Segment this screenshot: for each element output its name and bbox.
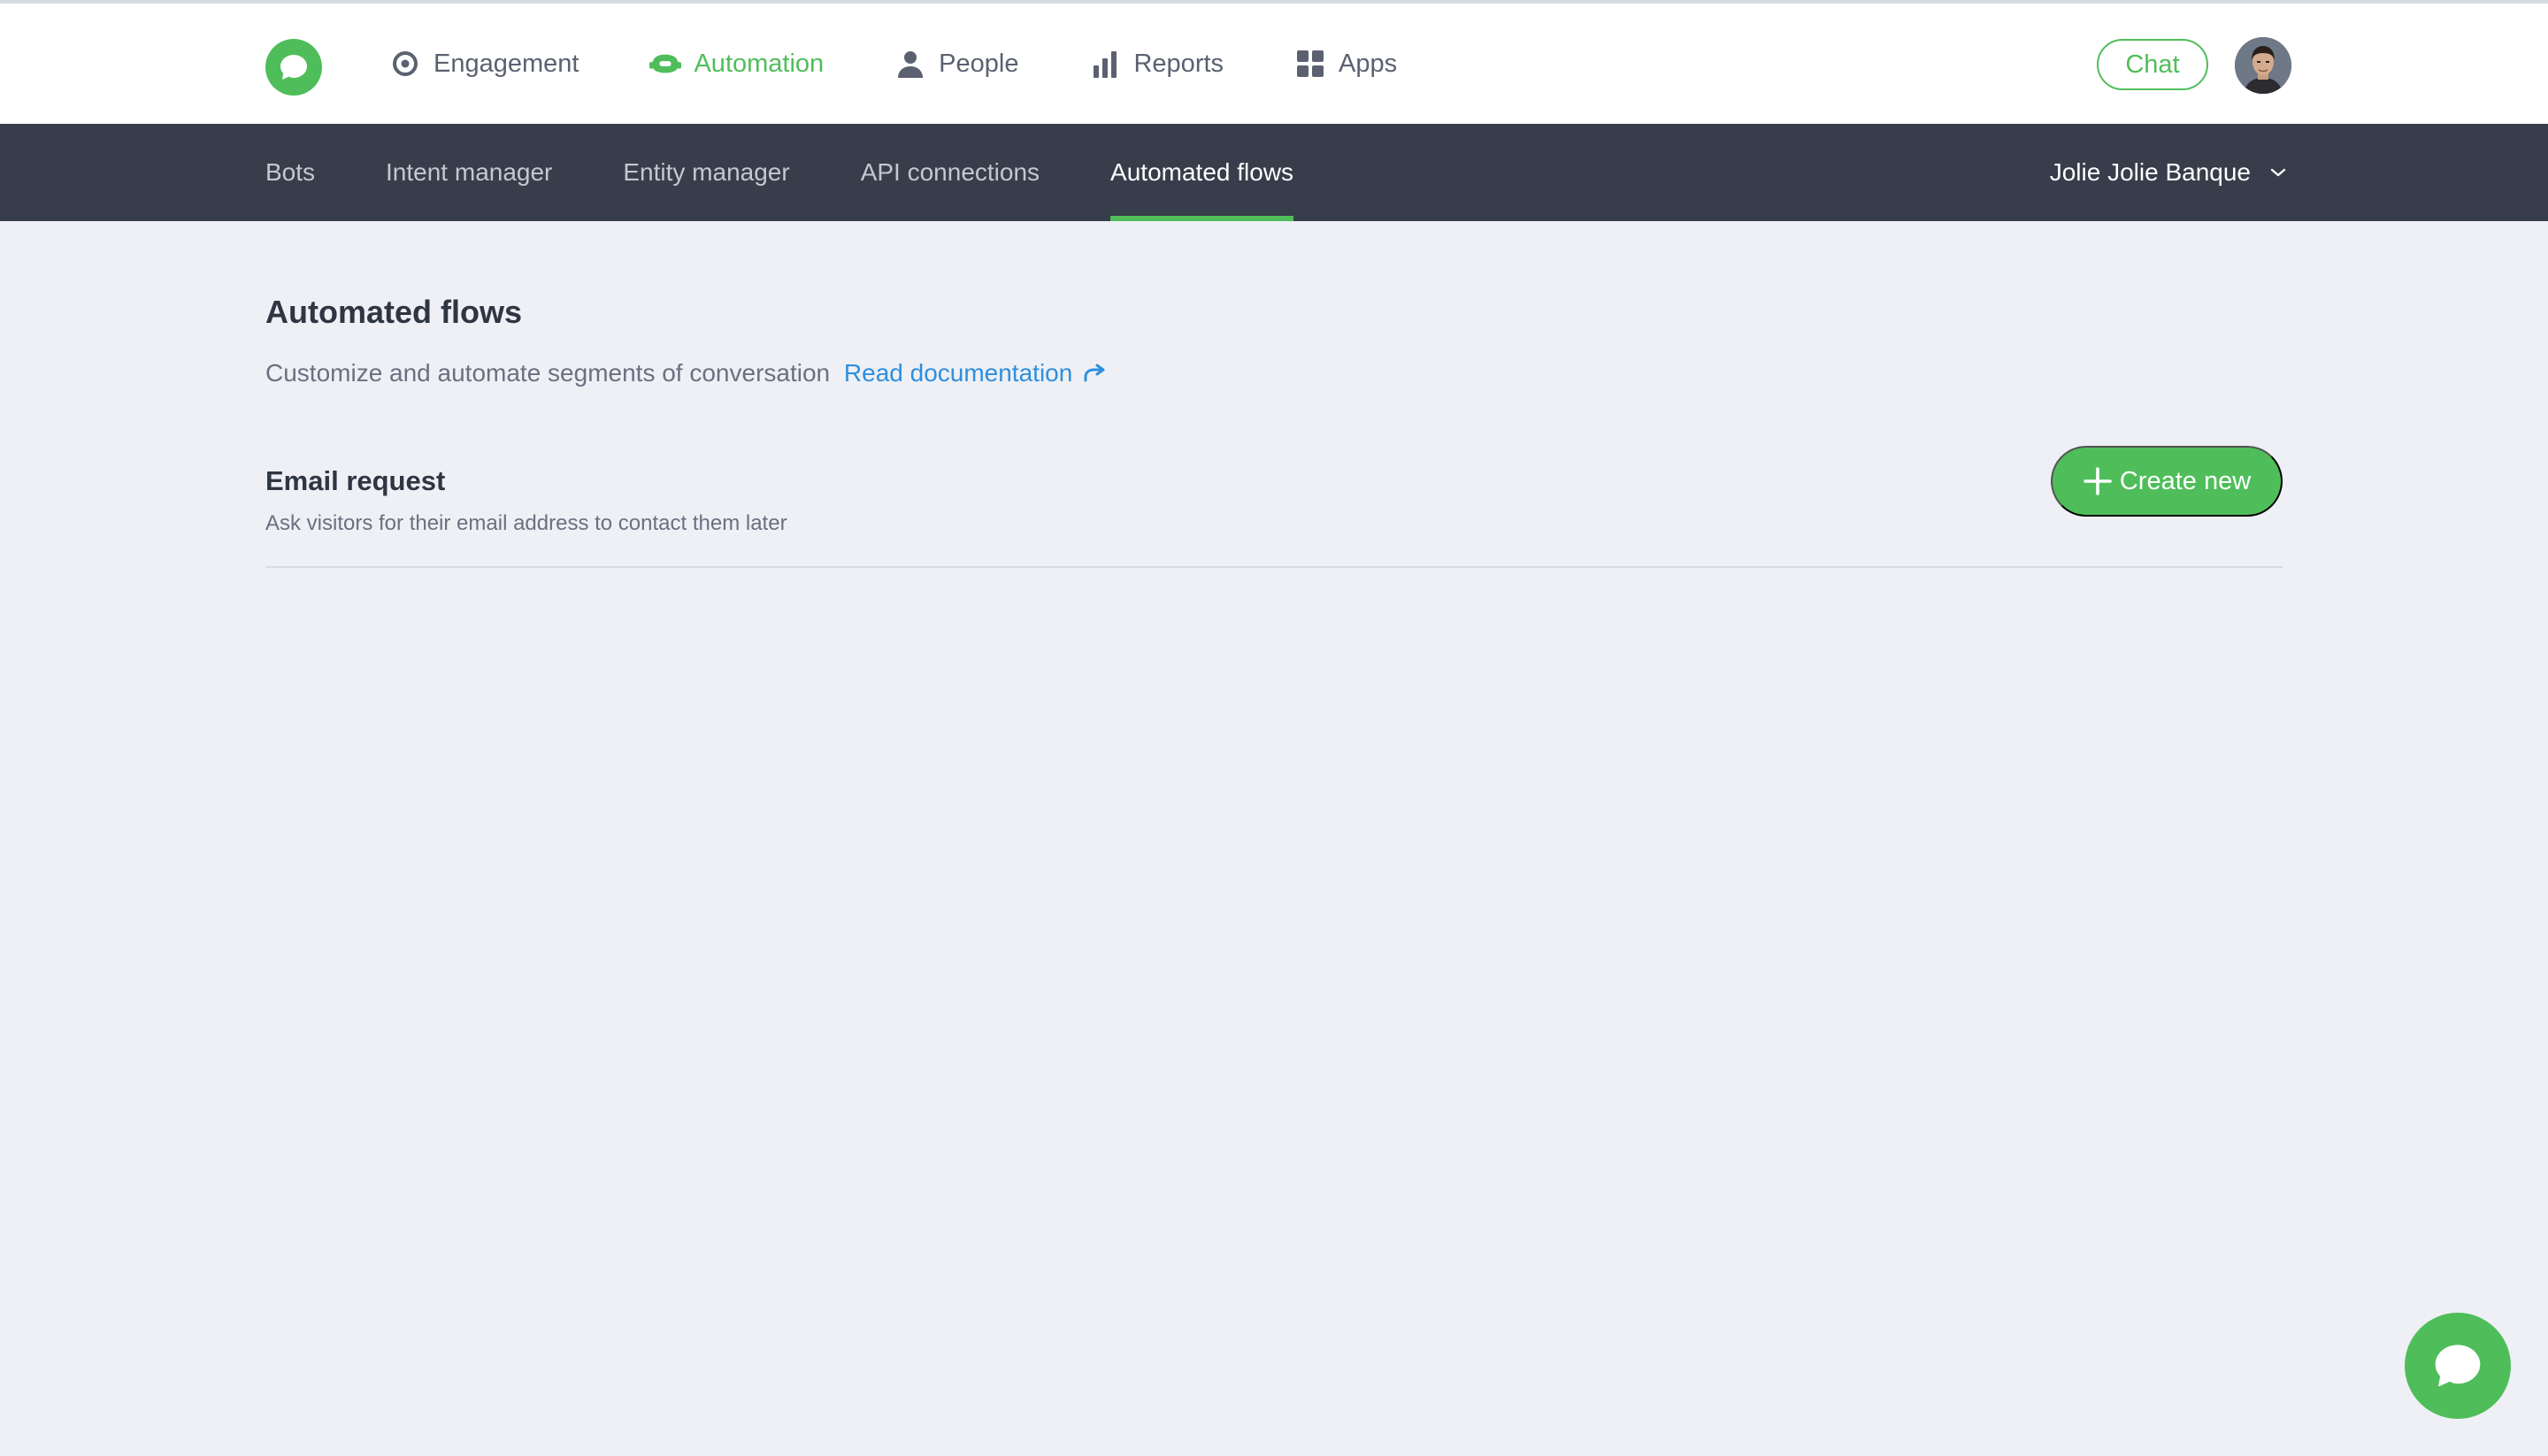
chat-button[interactable]: Chat [2097, 39, 2208, 90]
person-icon [894, 48, 926, 80]
tab-intent-manager[interactable]: Intent manager [386, 124, 552, 221]
flow-row-email-request: Email request Ask visitors for their ema… [265, 442, 2283, 568]
robot-icon [649, 48, 682, 80]
create-new-button[interactable]: Create new [2051, 446, 2283, 517]
subnav-tabs: Bots Intent manager Entity manager API c… [265, 124, 1364, 221]
read-documentation-label: Read documentation [843, 359, 1073, 387]
nav-item-label: Engagement [434, 49, 579, 78]
secondary-nav-bar: Bots Intent manager Entity manager API c… [0, 124, 2548, 221]
read-documentation-link[interactable]: Read documentation [844, 359, 1106, 387]
main-nav: Engagement Automation People Reports App… [389, 4, 1468, 124]
chevron-down-icon [2270, 167, 2286, 178]
nav-item-automation[interactable]: Automation [649, 48, 824, 80]
bar-chart-icon [1089, 48, 1121, 80]
app-logo[interactable] [265, 39, 322, 96]
account-switcher[interactable]: Jolie Jolie Banque [2050, 124, 2286, 221]
create-new-label: Create new [2119, 466, 2252, 495]
grid-icon [1294, 48, 1326, 80]
nav-item-engagement[interactable]: Engagement [389, 48, 579, 80]
nav-item-label: Automation [694, 49, 825, 78]
speech-bubble-icon [2435, 1345, 2481, 1387]
page-description-text: Customize and automate segments of conve… [265, 359, 831, 387]
page-title: Automated flows [265, 294, 523, 330]
plus-icon [2083, 466, 2113, 496]
nav-item-label: People [939, 49, 1019, 78]
nav-item-label: Reports [1133, 49, 1224, 78]
target-icon [389, 48, 421, 80]
page-description: Customize and automate segments of conve… [265, 359, 1106, 387]
tab-bots[interactable]: Bots [265, 124, 315, 221]
flow-description: Ask visitors for their email address to … [265, 511, 787, 535]
flow-title: Email request [265, 465, 446, 496]
tab-api-connections[interactable]: API connections [861, 124, 1040, 221]
tab-automated-flows[interactable]: Automated flows [1110, 124, 1294, 221]
nav-item-reports[interactable]: Reports [1089, 48, 1224, 80]
nav-item-apps[interactable]: Apps [1294, 48, 1397, 80]
top-navigation-bar: Engagement Automation People Reports App… [0, 4, 2548, 124]
account-name: Jolie Jolie Banque [2049, 158, 2251, 186]
avatar[interactable] [2235, 37, 2291, 94]
nav-item-label: Apps [1339, 49, 1398, 78]
external-arrow-icon [1084, 364, 1105, 382]
tab-entity-manager[interactable]: Entity manager [623, 124, 789, 221]
nav-item-people[interactable]: People [894, 48, 1018, 80]
chat-widget-button[interactable] [2405, 1313, 2511, 1419]
speech-bubble-icon [280, 55, 307, 80]
